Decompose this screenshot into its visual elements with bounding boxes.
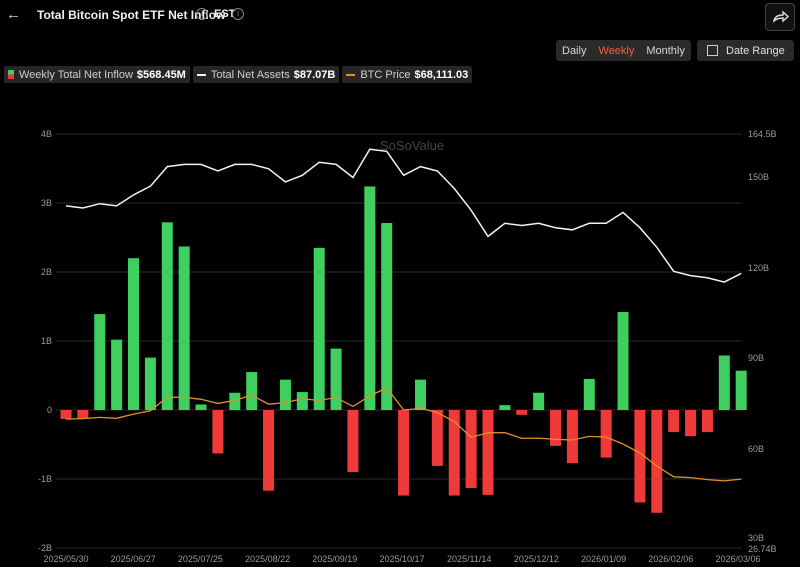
x-tick-label: 2025/05/30: [43, 554, 88, 564]
y-tick-label: 2B: [41, 267, 52, 277]
inflow-bar: [600, 410, 612, 458]
x-tick-label: 2025/08/22: [245, 554, 290, 564]
inflow-bar: [414, 379, 426, 410]
inflow-bar: [718, 355, 730, 410]
inflow-bar: [263, 410, 275, 491]
inflow-bar: [128, 258, 140, 410]
inflow-bar: [448, 410, 460, 496]
x-tick-label: 2025/09/19: [312, 554, 357, 564]
inflow-bar: [735, 370, 747, 410]
inflow-bar: [617, 312, 629, 410]
inflow-bar: [431, 410, 443, 466]
inflow-bar: [161, 222, 173, 410]
y2-tick-label: 60B: [748, 444, 764, 454]
inflow-bar: [195, 404, 207, 410]
y2-tick-label: 30B: [748, 533, 764, 543]
watermark: SoSoValue: [380, 138, 444, 153]
inflow-bar: [330, 348, 342, 410]
inflow-bar: [566, 410, 578, 464]
inflow-bar: [111, 339, 123, 410]
inflow-bar: [516, 410, 528, 415]
x-tick-label: 2026/01/09: [581, 554, 626, 564]
x-tick-label: 2025/12/12: [514, 554, 559, 564]
x-tick-label: 2025/10/17: [379, 554, 424, 564]
y2-tick-label: 150B: [748, 172, 769, 182]
inflow-bar: [550, 410, 562, 446]
inflow-bar: [701, 410, 713, 433]
y-tick-label: 0: [47, 405, 52, 415]
y-tick-label: 1B: [41, 336, 52, 346]
x-tick-label: 2025/07/25: [178, 554, 223, 564]
inflow-bar: [651, 410, 663, 513]
y-tick-label: -2B: [38, 543, 52, 553]
inflow-bar: [77, 410, 89, 419]
inflow-bar: [533, 392, 545, 410]
y-tick-label: -1B: [38, 474, 52, 484]
x-tick-label: 2026/02/06: [648, 554, 693, 564]
net-inflow-chart: SoSoValue 4B 3B 2B 1B 0 -1B -2B 164.5B 150B 120B 9…: [38, 129, 777, 564]
inflow-bar: [60, 410, 72, 419]
inflow-bar: [178, 246, 190, 410]
y2-tick-label: 164.5B: [748, 129, 777, 139]
inflow-bar: [465, 410, 477, 488]
inflow-bar: [482, 410, 494, 495]
inflow-bar: [583, 378, 595, 410]
inflow-bar: [144, 357, 156, 410]
y2-tick-label: 120B: [748, 263, 769, 273]
inflow-bar: [313, 247, 325, 410]
y2-tick-label: 26.74B: [748, 544, 777, 554]
y-tick-label: 4B: [41, 129, 52, 139]
inflow-bar: [364, 186, 376, 410]
inflow-bar: [296, 392, 308, 410]
y2-tick-label: 90B: [748, 353, 764, 363]
x-tick-label: 2025/06/27: [111, 554, 156, 564]
inflow-bar: [381, 223, 393, 410]
inflow-bar: [499, 405, 511, 410]
inflow-bar: [347, 410, 359, 473]
inflow-bar: [212, 410, 224, 454]
inflow-bar: [668, 410, 680, 433]
inflow-bar: [246, 372, 258, 410]
x-tick-label: 2025/11/14: [447, 554, 491, 564]
inflow-bar: [94, 314, 106, 410]
inflow-bar: [279, 379, 291, 410]
y-tick-label: 3B: [41, 198, 52, 208]
inflow-bar: [398, 410, 410, 496]
x-tick-label: 2026/03/06: [715, 554, 760, 564]
inflow-bar: [685, 410, 697, 437]
